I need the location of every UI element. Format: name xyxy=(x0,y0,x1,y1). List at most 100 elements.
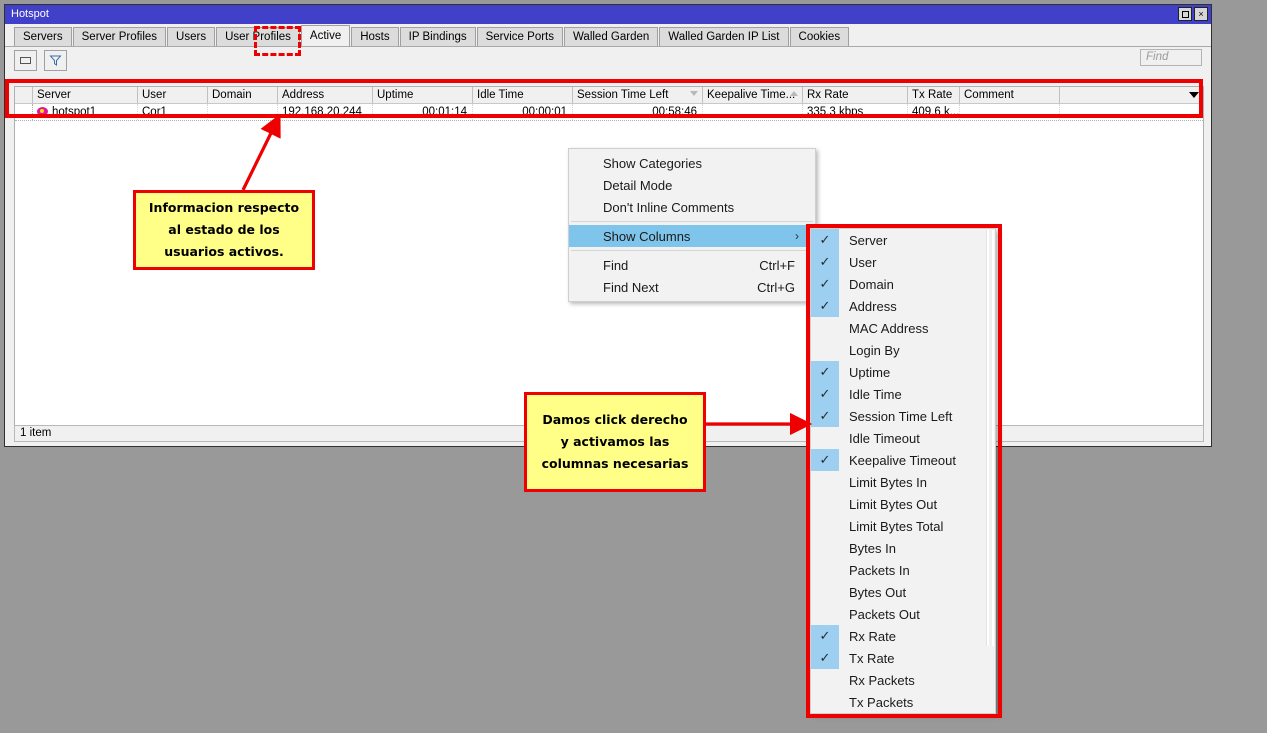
column-header-tx-rate[interactable]: Tx Rate xyxy=(908,87,960,103)
menu-item-show-categories[interactable]: Show Categories xyxy=(569,152,815,174)
column-toggle-idle-time[interactable]: ✓ Idle Time xyxy=(811,383,995,405)
tab-servers[interactable]: Servers xyxy=(14,27,72,46)
tab-walled-garden-ip-list[interactable]: Walled Garden IP List xyxy=(659,27,789,46)
column-header-label: User xyxy=(142,89,167,101)
column-header-uptime[interactable]: Uptime xyxy=(373,87,473,103)
menu-item-detail-mode[interactable]: Detail Mode xyxy=(569,174,815,196)
window-title: Hotspot xyxy=(11,8,49,20)
tab-walled-garden[interactable]: Walled Garden xyxy=(564,27,659,46)
tab-server-profiles[interactable]: Server Profiles xyxy=(72,27,167,46)
checkbox-empty xyxy=(811,559,839,581)
column-toggle-keepalive-timeout[interactable]: ✓ Keepalive Timeout xyxy=(811,449,995,471)
column-header-user[interactable]: User xyxy=(138,87,208,103)
tab-label: Active xyxy=(309,30,342,42)
column-toggle-server[interactable]: ✓ Server xyxy=(811,229,995,251)
column-toggle-domain[interactable]: ✓ Domain xyxy=(811,273,995,295)
column-toggle-label: Keepalive Timeout xyxy=(849,452,956,468)
toolbar: Find xyxy=(5,47,1211,73)
column-toggle-packets-out[interactable]: Packets Out xyxy=(811,603,995,625)
checkbox-empty xyxy=(811,581,839,603)
column-header-address[interactable]: Address xyxy=(278,87,373,103)
cell-trailing xyxy=(1060,104,1203,120)
menu-item-label: Show Categories xyxy=(603,155,702,171)
column-header-domain[interactable]: Domain xyxy=(208,87,278,103)
tab-hosts[interactable]: Hosts xyxy=(351,27,399,46)
check-icon: ✓ xyxy=(811,295,839,317)
column-toggle-mac-address[interactable]: MAC Address xyxy=(811,317,995,339)
column-toggle-tx-packets[interactable]: Tx Packets xyxy=(811,691,995,713)
column-toggle-label: Bytes In xyxy=(849,540,896,556)
check-icon: ✓ xyxy=(811,383,839,405)
tab-ip-bindings[interactable]: IP Bindings xyxy=(399,27,476,46)
remove-button[interactable] xyxy=(14,49,37,71)
tab-label: Cookies xyxy=(798,31,841,43)
column-toggle-session-time-left[interactable]: ✓ Session Time Left xyxy=(811,405,995,427)
table-body: hotspot1 Cor1 192.168.20.244 00:01:14 00:00:… xyxy=(15,104,1203,121)
cell-keepalive-timeout xyxy=(703,104,803,120)
tab-cookies[interactable]: Cookies xyxy=(789,27,850,46)
column-toggle-idle-timeout[interactable]: Idle Timeout xyxy=(811,427,995,449)
chevron-down-icon xyxy=(1189,92,1199,98)
column-chooser-button[interactable] xyxy=(1060,87,1203,103)
column-toggle-bytes-in[interactable]: Bytes In xyxy=(811,537,995,559)
menu-item-don-t-inline-comments[interactable]: Don't Inline Comments xyxy=(569,196,815,218)
column-header-idle-time[interactable]: Idle Time xyxy=(473,87,573,103)
menu-item-shortcut: Ctrl+G xyxy=(757,279,795,295)
column-toggle-limit-bytes-out[interactable]: Limit Bytes Out xyxy=(811,493,995,515)
column-header-label: Tx Rate xyxy=(912,89,953,101)
column-toggle-packets-in[interactable]: Packets In xyxy=(811,559,995,581)
column-toggle-bytes-out[interactable]: Bytes Out xyxy=(811,581,995,603)
column-toggle-rx-rate[interactable]: ✓ Rx Rate xyxy=(811,625,995,647)
column-header-label: Domain xyxy=(212,89,252,101)
menu-item-label: Don't Inline Comments xyxy=(603,199,735,215)
note-active-users: Informacion respecto al estado de los usua… xyxy=(133,190,315,270)
maximize-button[interactable] xyxy=(1178,7,1192,21)
note-line: columnas necesarias xyxy=(541,456,689,471)
tab-active[interactable]: Active xyxy=(300,25,351,46)
table-row[interactable]: hotspot1 Cor1 192.168.20.244 00:01:14 00:00:… xyxy=(15,104,1203,121)
column-toggle-address[interactable]: ✓ Address xyxy=(811,295,995,317)
column-header-label: Session Time Left xyxy=(577,89,669,101)
column-toggle-limit-bytes-in[interactable]: Limit Bytes In xyxy=(811,471,995,493)
table-header-gutter xyxy=(15,87,33,103)
cell-domain xyxy=(208,104,278,120)
show-columns-submenu: ✓ Server ✓ User ✓ Domain ✓ Address MAC Address Lo… xyxy=(810,228,996,714)
find-input[interactable]: Find xyxy=(1140,49,1202,66)
column-header-rx-rate[interactable]: Rx Rate xyxy=(803,87,908,103)
column-header-session-time-left[interactable]: Session Time Left xyxy=(573,87,703,103)
column-header-keepalive-time[interactable]: Keepalive Time... xyxy=(703,87,803,103)
column-header-comment[interactable]: Comment xyxy=(960,87,1060,103)
window-titlebar: Hotspot × xyxy=(5,5,1211,24)
column-toggle-limit-bytes-total[interactable]: Limit Bytes Total xyxy=(811,515,995,537)
menu-item-find[interactable]: Find Ctrl+F xyxy=(569,254,815,276)
menu-item-find-next[interactable]: Find Next Ctrl+G xyxy=(569,276,815,298)
tab-users[interactable]: Users xyxy=(167,27,216,46)
column-toggle-user[interactable]: ✓ User xyxy=(811,251,995,273)
column-toggle-tx-rate[interactable]: ✓ Tx Rate xyxy=(811,647,995,669)
filter-button[interactable] xyxy=(44,49,67,71)
tab-label: Walled Garden IP List xyxy=(668,31,780,43)
check-icon: ✓ xyxy=(811,361,839,383)
column-toggle-label: Address xyxy=(849,298,897,314)
column-header-server[interactable]: Server xyxy=(33,87,138,103)
column-toggle-rx-packets[interactable]: Rx Packets xyxy=(811,669,995,691)
checkbox-empty xyxy=(811,669,839,691)
column-toggle-label: Server xyxy=(849,232,888,248)
note-line: Informacion respecto xyxy=(148,200,300,215)
column-toggle-uptime[interactable]: ✓ Uptime xyxy=(811,361,995,383)
note-line: y activamos las xyxy=(560,434,670,449)
close-button[interactable]: × xyxy=(1194,7,1208,21)
column-toggle-label: Idle Time xyxy=(849,386,902,402)
tab-service-ports[interactable]: Service Ports xyxy=(476,27,563,46)
column-header-label: Server xyxy=(37,89,71,101)
checkbox-empty xyxy=(811,493,839,515)
cell-rx-rate: 335.3 kbps xyxy=(803,104,908,120)
column-toggle-login-by[interactable]: Login By xyxy=(811,339,995,361)
tab-user-profiles[interactable]: User Profiles xyxy=(216,27,300,46)
checkbox-empty xyxy=(811,471,839,493)
cell-address: 192.168.20.244 xyxy=(278,104,373,120)
check-icon: ✓ xyxy=(811,273,839,295)
cell-session-time-left: 00:58:46 xyxy=(573,104,703,120)
window-controls: × xyxy=(1178,7,1208,21)
menu-item-show-columns[interactable]: Show Columns › xyxy=(569,225,815,247)
